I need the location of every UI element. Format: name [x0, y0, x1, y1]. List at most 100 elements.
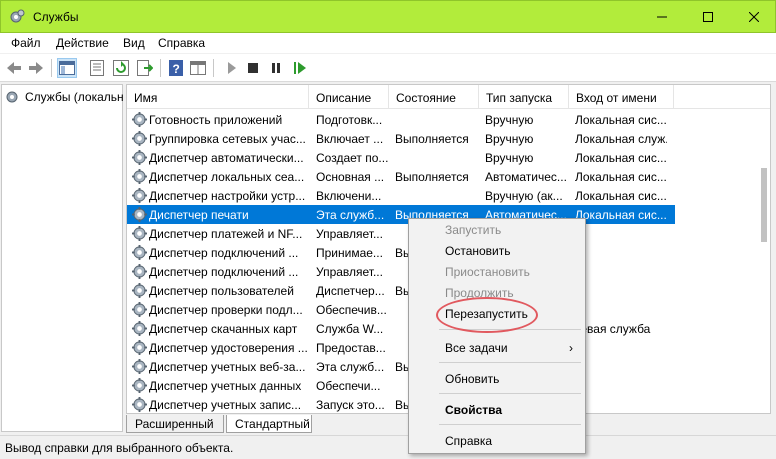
- toolbar-separator: [51, 59, 52, 77]
- service-gear-icon: [132, 283, 147, 298]
- service-row[interactable]: Диспетчер учетных запис... Запуск это... В…: [127, 395, 675, 413]
- maximize-button[interactable]: [685, 1, 731, 33]
- forward-arrow-icon[interactable]: [26, 58, 46, 78]
- properties-sheet-icon[interactable]: [87, 58, 107, 78]
- column-header-row: Имя Описание Состояние Тип запуска Вход …: [127, 85, 770, 109]
- service-row[interactable]: Диспетчер подключений ... Управляет...: [127, 262, 675, 281]
- service-description: Обеспечив...: [316, 303, 387, 317]
- start-service-icon[interactable]: [222, 58, 242, 78]
- service-status: [395, 189, 479, 203]
- service-gear-icon: [132, 359, 147, 374]
- column-header-startup-type[interactable]: Тип запуска: [479, 85, 569, 109]
- service-startup-type: Автоматичес...: [485, 170, 567, 184]
- ctx-stop[interactable]: Остановить: [409, 241, 585, 261]
- service-gear-icon: [132, 207, 147, 222]
- show-hide-pane-icon[interactable]: [188, 58, 208, 78]
- minimize-button[interactable]: [639, 1, 685, 33]
- service-name: Диспетчер учетных данных: [149, 379, 302, 393]
- service-startup-type: Вручную (ак...: [485, 189, 563, 203]
- tree-item-label: Службы (локальны: [25, 90, 123, 104]
- service-gear-icon: [132, 378, 147, 393]
- service-name: Диспетчер пользователей: [149, 284, 294, 298]
- service-row[interactable]: Диспетчер проверки подл... Обеспечив...: [127, 300, 675, 319]
- ctx-separator: [439, 362, 581, 363]
- service-row[interactable]: Диспетчер пользователей Диспетчер... Вы: [127, 281, 675, 300]
- close-button[interactable]: [731, 1, 776, 33]
- service-row[interactable]: Диспетчер подключений ... Принимае... Вы: [127, 243, 675, 262]
- menu-view[interactable]: Вид: [123, 36, 145, 50]
- service-row[interactable]: Диспетчер настройки устр... Включени... Вр…: [127, 186, 675, 205]
- column-header-logon-as[interactable]: Вход от имени: [569, 85, 674, 109]
- ctx-help[interactable]: Справка: [409, 431, 585, 451]
- service-row[interactable]: Диспетчер учетных данных Обеспечи...: [127, 376, 675, 395]
- column-header-status[interactable]: Состояние: [389, 85, 479, 109]
- service-gear-icon: [132, 150, 147, 165]
- service-description: Обеспечи...: [316, 379, 381, 393]
- service-logon-as: Локальная сис...: [575, 113, 667, 127]
- service-status: Выполняется: [395, 170, 469, 184]
- service-row[interactable]: Диспетчер платежей и NF... Управляет...: [127, 224, 675, 243]
- service-gear-icon: [132, 112, 147, 127]
- help-icon[interactable]: ?: [166, 58, 186, 78]
- menu-file[interactable]: Файл: [11, 36, 41, 50]
- service-row[interactable]: Диспетчер учетных веб-за... Эта служб... В…: [127, 357, 675, 376]
- back-arrow-icon[interactable]: [4, 58, 24, 78]
- service-gear-icon: [132, 302, 147, 317]
- refresh-icon[interactable]: [111, 58, 131, 78]
- service-description: Запуск это...: [316, 398, 385, 412]
- ctx-properties[interactable]: Свойства: [409, 400, 585, 420]
- service-name: Готовность приложений: [149, 113, 283, 127]
- tab-extended[interactable]: Расширенный: [126, 415, 224, 433]
- service-name: Диспетчер настройки устр...: [149, 189, 306, 203]
- service-row[interactable]: Диспетчер локальных сеа... Основная ... Вы…: [127, 167, 675, 186]
- service-gear-icon: [132, 245, 147, 260]
- service-logon-as: тевая служба: [575, 322, 651, 336]
- status-bar: Вывод справки для выбранного объекта.: [0, 435, 776, 459]
- ctx-restart[interactable]: Перезапустить: [409, 304, 585, 324]
- window-title: Службы: [33, 10, 79, 24]
- ctx-refresh[interactable]: Обновить: [409, 369, 585, 389]
- service-gear-icon: [132, 321, 147, 336]
- services-gear-icon: [9, 9, 25, 25]
- menu-action[interactable]: Действие: [56, 36, 109, 50]
- service-name: Диспетчер печати: [149, 208, 249, 222]
- service-description: Создает по...: [316, 151, 388, 165]
- service-startup-type: Вручную: [485, 113, 534, 127]
- ctx-pause[interactable]: Приостановить: [409, 262, 585, 282]
- vertical-scrollbar-thumb[interactable]: [761, 168, 767, 242]
- service-row[interactable]: Готовность приложений Подготовк... Вручную…: [127, 110, 675, 129]
- pause-service-icon[interactable]: [266, 58, 286, 78]
- ctx-all-tasks[interactable]: Все задачи ›: [409, 338, 585, 358]
- service-logon-as: [575, 398, 667, 412]
- service-logon-as: [575, 360, 667, 374]
- service-gear-icon: [132, 340, 147, 355]
- column-header-name[interactable]: Имя: [127, 85, 309, 109]
- tab-standard[interactable]: Стандартный: [226, 415, 312, 433]
- ctx-start[interactable]: Запустить: [409, 220, 585, 240]
- service-row[interactable]: Группировка сетевых учас... Включает ... В…: [127, 129, 675, 148]
- console-tree-icon[interactable]: [57, 58, 77, 78]
- service-name: Диспетчер подключений ...: [149, 265, 299, 279]
- service-logon-as: [575, 284, 667, 298]
- restart-service-icon[interactable]: [290, 58, 310, 78]
- service-row[interactable]: Диспетчер автоматически... Создает по... В…: [127, 148, 675, 167]
- service-logon-as: Локальная сис...: [575, 170, 667, 184]
- service-logon-as: [575, 303, 667, 317]
- service-startup-type: Вручную: [485, 151, 534, 165]
- ctx-all-tasks-label: Все задачи: [445, 341, 508, 355]
- export-list-icon[interactable]: [135, 58, 155, 78]
- service-name: Диспетчер подключений ...: [149, 246, 299, 260]
- service-gear-icon: [132, 397, 147, 412]
- column-header-description[interactable]: Описание: [309, 85, 389, 109]
- ctx-resume[interactable]: Продолжить: [409, 283, 585, 303]
- service-description: Включает ...: [316, 132, 384, 146]
- service-gear-icon: [132, 131, 147, 146]
- tree-item-services-local[interactable]: Службы (локальны: [5, 89, 123, 105]
- service-row[interactable]: Диспетчер печати Эта служб... Выполняется А…: [127, 205, 675, 224]
- service-row[interactable]: Диспетчер удостоверения ... Предостав...: [127, 338, 675, 357]
- service-description: Эта служб...: [316, 208, 385, 222]
- stop-service-icon[interactable]: [243, 58, 263, 78]
- service-gear-icon: [132, 188, 147, 203]
- service-row[interactable]: Диспетчер скачанных карт Служба W... тевая…: [127, 319, 675, 338]
- menu-help[interactable]: Справка: [158, 36, 205, 50]
